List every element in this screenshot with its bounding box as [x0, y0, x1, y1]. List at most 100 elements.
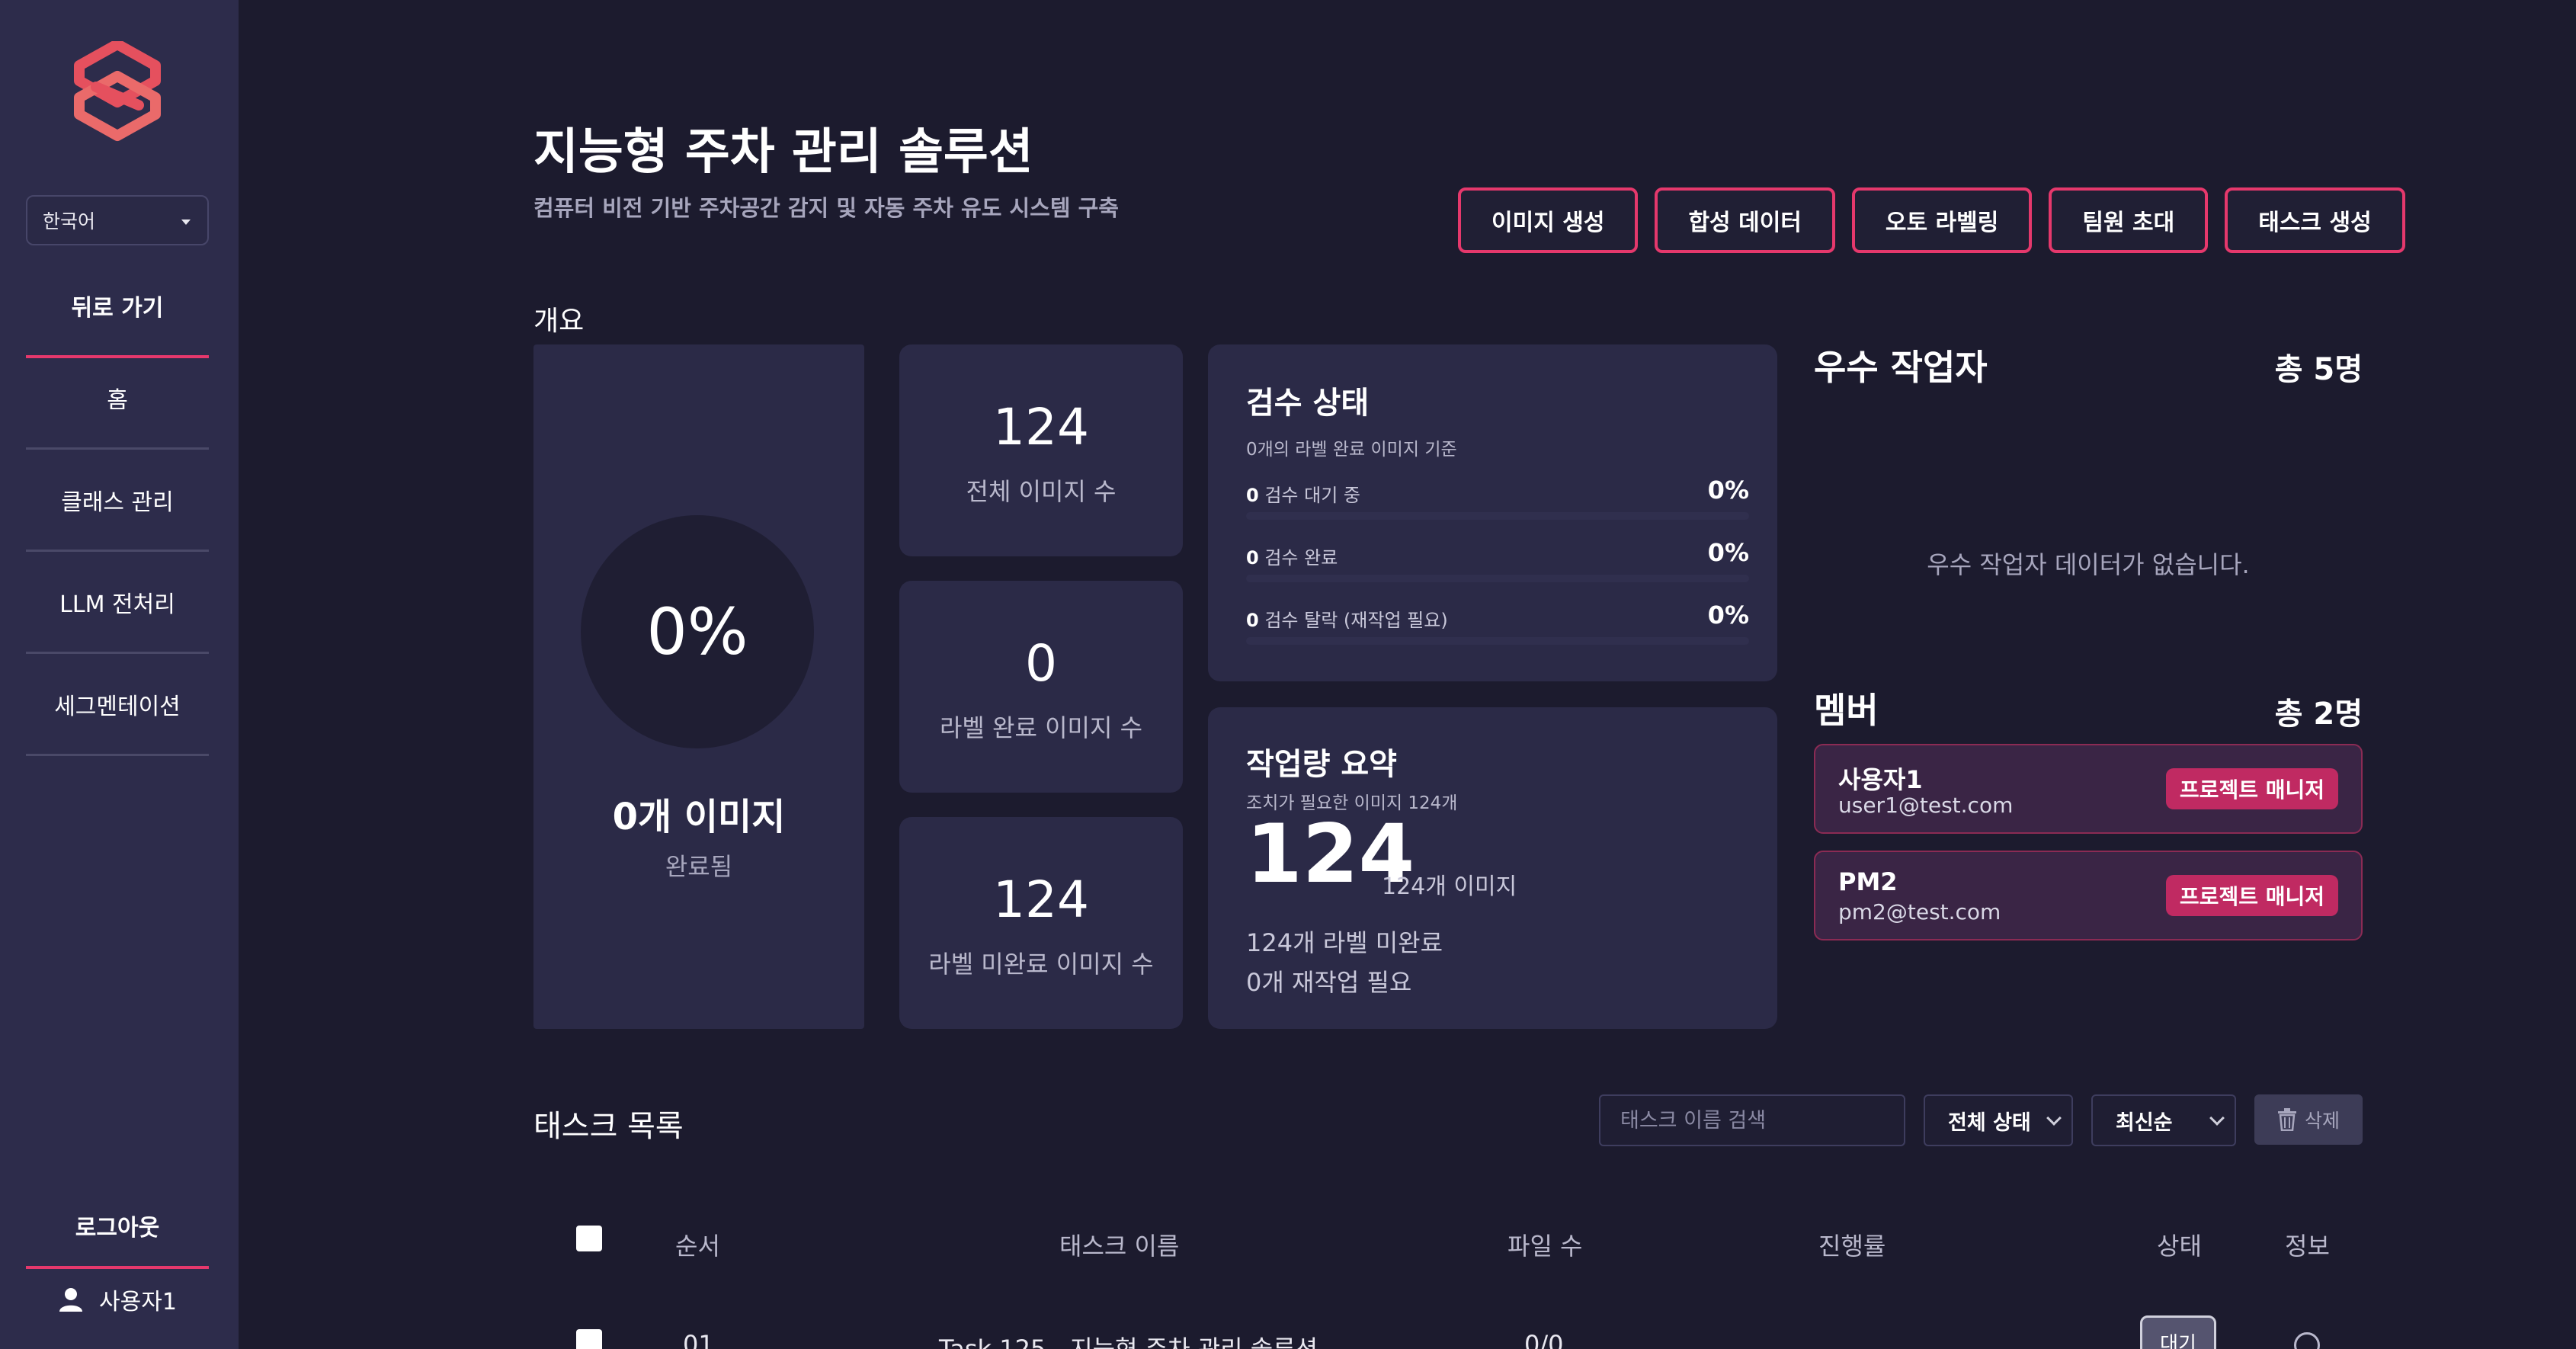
sort-value: 최신순: [2116, 1110, 2173, 1135]
stat-card-unlabeled-images: 124 라벨 미완료 이미지 수: [899, 817, 1183, 1029]
delete-button[interactable]: 삭제: [2254, 1094, 2363, 1145]
review-label: 검수 탈락 (재작업 필요): [1264, 610, 1448, 631]
progress-donut: 0%: [581, 515, 814, 748]
stat-value: 124: [993, 398, 1089, 457]
status-filter-value: 전체 상태: [1948, 1110, 2031, 1135]
delete-button-label: 삭제: [2304, 1110, 2340, 1132]
status-filter-select[interactable]: 전체 상태: [1924, 1094, 2073, 1146]
sidebar-item-home[interactable]: 홈: [26, 348, 209, 450]
progress-card: 0% 0개 이미지 완료됨: [533, 344, 864, 1029]
row-status-badge[interactable]: 대기: [2140, 1315, 2216, 1349]
stat-value: 124: [993, 870, 1089, 929]
workload-line-unlabeled: 124개 라벨 미완료: [1246, 928, 1443, 957]
member-role-badge: 프로젝트 매니저: [2165, 768, 2338, 809]
review-status-card: 검수 상태 0개의 라벨 완료 이미지 기준 0 검수 대기 중 0% 0 검수…: [1208, 344, 1777, 681]
member-card[interactable]: PM2 pm2@test.com 프로젝트 매니저: [1814, 851, 2363, 940]
sidebar-item-llm-preprocessing[interactable]: LLM 전처리: [26, 552, 209, 654]
task-list-title: 태스크 목록: [533, 1109, 684, 1144]
sidebar-item-label: LLM 전처리: [59, 591, 175, 618]
logout-label: 로그아웃: [75, 1215, 160, 1242]
progress-percent: 0%: [646, 594, 748, 669]
page-subtitle: 컴퓨터 비전 기반 주차공간 감지 및 자동 주차 유도 시스템 구축: [533, 195, 1119, 221]
review-percent: 0%: [1707, 538, 1749, 567]
workload-summary-card: 작업량 요약 조치가 필요한 이미지 124개 124 124개 이미지 124…: [1208, 707, 1777, 1029]
review-count: 0: [1246, 610, 1259, 631]
select-all-checkbox[interactable]: [576, 1226, 602, 1251]
review-count: 0: [1246, 547, 1259, 569]
back-button[interactable]: 뒤로 가기: [26, 256, 209, 358]
stat-card-labeled-images: 0 라벨 완료 이미지 수: [899, 581, 1183, 793]
workload-line-rework: 0개 재작업 필요: [1246, 968, 1412, 997]
column-status: 상태: [2157, 1232, 2202, 1261]
review-percent: 0%: [1707, 601, 1749, 630]
sidebar-item-label: 세그멘테이션: [54, 693, 181, 720]
invite-member-button[interactable]: 팀원 초대: [2049, 187, 2209, 253]
current-user[interactable]: 사용자1: [26, 1273, 209, 1326]
sidebar-item-class-management[interactable]: 클래스 관리: [26, 450, 209, 552]
stat-label: 라벨 완료 이미지 수: [939, 713, 1143, 742]
logout-button[interactable]: 로그아웃: [26, 1185, 209, 1269]
create-task-button[interactable]: 태스크 생성: [2225, 187, 2405, 253]
sidebar: 한국어 뒤로 가기 홈 클래스 관리 LLM 전처리 세그멘테이션 로그아웃 사…: [0, 0, 239, 1349]
back-button-label: 뒤로 가기: [71, 295, 164, 322]
row-order: 01: [683, 1330, 714, 1349]
top-workers-count: 총 5명: [2274, 352, 2363, 387]
top-workers-title: 우수 작업자: [1814, 347, 1988, 388]
stat-value: 0: [1025, 634, 1057, 693]
progress-sub: 완료됨: [665, 852, 733, 881]
review-label: 검수 완료: [1264, 547, 1338, 569]
stat-card-total-images: 124 전체 이미지 수: [899, 344, 1183, 556]
page-title: 지능형 주차 관리 솔루션: [533, 124, 1033, 181]
review-status-title: 검수 상태: [1246, 386, 1370, 421]
auto-labeling-button[interactable]: 오토 라벨링: [1851, 187, 2033, 253]
review-percent: 0%: [1707, 476, 1749, 505]
member-email: user1@test.com: [1838, 793, 2014, 818]
members-count: 총 2명: [2274, 697, 2363, 732]
info-icon[interactable]: [2294, 1332, 2320, 1349]
column-progress: 진행률: [1818, 1232, 1886, 1261]
language-select[interactable]: 한국어: [26, 195, 209, 245]
row-checkbox[interactable]: [576, 1329, 602, 1349]
review-row-pending: 0 검수 대기 중 0%: [1246, 476, 1749, 529]
review-label: 검수 대기 중: [1264, 485, 1361, 506]
member-name: PM2: [1838, 867, 1898, 896]
column-order: 순서: [675, 1232, 720, 1261]
header-actions: 이미지 생성 합성 데이터 오토 라벨링 팀원 초대 태스크 생성: [1458, 187, 2405, 253]
trash-icon: [2277, 1108, 2296, 1131]
overview-label: 개요: [533, 306, 585, 337]
member-name: 사용자1: [1838, 765, 1923, 794]
member-role-badge: 프로젝트 매니저: [2165, 875, 2338, 916]
review-row-rejected: 0 검수 탈락 (재작업 필요) 0%: [1246, 601, 1749, 654]
column-file-count: 파일 수: [1507, 1232, 1583, 1261]
workload-unit: 124개 이미지: [1382, 873, 1517, 900]
member-email: pm2@test.com: [1838, 899, 2001, 924]
review-progress-bar: [1246, 575, 1749, 582]
current-user-name: 사용자1: [99, 1289, 177, 1315]
review-row-complete: 0 검수 완료 0%: [1246, 538, 1749, 591]
review-progress-bar: [1246, 637, 1749, 645]
progress-count: 0개 이미지: [612, 796, 786, 838]
column-task-name: 태스크 이름: [1059, 1232, 1180, 1261]
row-status-label: 대기: [2160, 1333, 2196, 1349]
app-logo-icon[interactable]: [73, 41, 162, 145]
caret-down-icon: [181, 219, 191, 225]
column-info: 정보: [2285, 1232, 2330, 1261]
stat-label: 라벨 미완료 이미지 수: [928, 950, 1154, 979]
top-workers-empty: 우수 작업자 데이터가 없습니다.: [1927, 550, 2250, 579]
sort-select[interactable]: 최신순: [2091, 1094, 2236, 1146]
sidebar-item-label: 클래스 관리: [61, 489, 174, 516]
review-count: 0: [1246, 485, 1259, 506]
members-title: 멤버: [1814, 690, 1879, 731]
member-card[interactable]: 사용자1 user1@test.com 프로젝트 매니저: [1814, 744, 2363, 834]
generate-image-button[interactable]: 이미지 생성: [1458, 187, 1639, 253]
language-select-value: 한국어: [43, 210, 96, 232]
review-status-caption: 0개의 라벨 완료 이미지 기준: [1246, 440, 1457, 460]
stat-label: 전체 이미지 수: [966, 477, 1117, 506]
user-icon: [59, 1288, 83, 1312]
task-search-input[interactable]: [1599, 1094, 1905, 1146]
sidebar-item-segmentation[interactable]: 세그멘테이션: [26, 654, 209, 756]
sidebar-item-label: 홈: [107, 386, 128, 414]
chevron-down-icon: [2046, 1110, 2062, 1126]
row-task-name[interactable]: Task 125 - 지능형 주차 관리 솔루션: [939, 1330, 1318, 1349]
synthetic-data-button[interactable]: 합성 데이터: [1655, 187, 1835, 253]
